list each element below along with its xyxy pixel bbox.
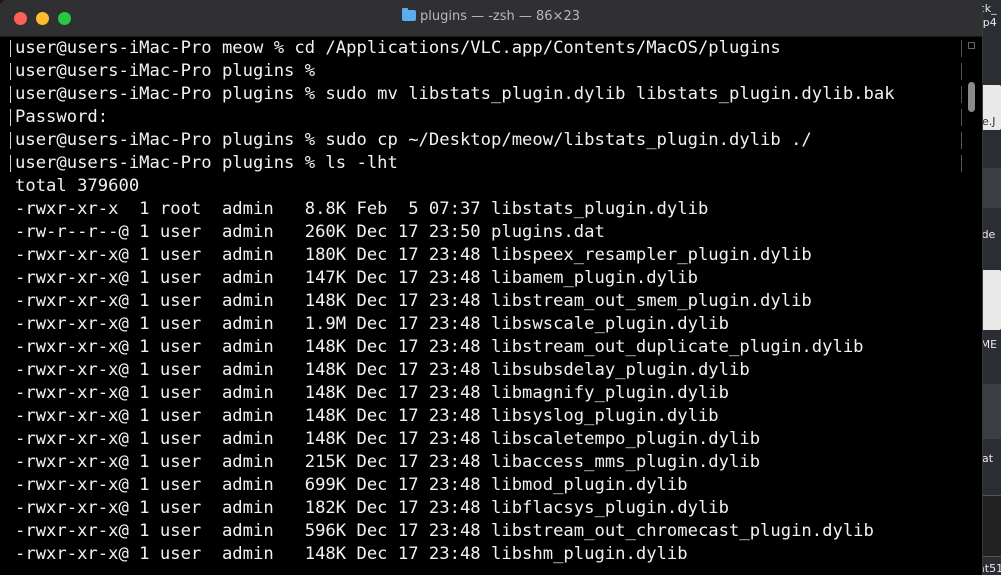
terminal-line: -rwxr-xr-x@ 1 user admin 148K Dec 17 23:…	[15, 383, 729, 403]
terminal-line: -rwxr-xr-x@ 1 user admin 1.9M Dec 17 23:…	[15, 314, 729, 334]
terminal-line: Password:	[10, 106, 982, 129]
terminal-line: user@users-iMac-Pro plugins % sudo mv li…	[10, 83, 982, 106]
terminal-line: -rwxr-xr-x@ 1 user admin 148K Dec 17 23:…	[15, 291, 812, 311]
terminal-line: -rwxr-xr-x@ 1 user admin 182K Dec 17 23:…	[15, 498, 729, 518]
terminal-line: -rwxr-xr-x@ 1 user admin 215K Dec 17 23:…	[15, 452, 761, 472]
terminal-line: user@users-iMac-Pro plugins % sudo cp ~/…	[10, 129, 982, 152]
terminal-line: -rwxr-xr-x@ 1 user admin 148K Dec 17 23:…	[15, 544, 688, 564]
terminal-line: user@users-iMac-Pro plugins %	[10, 60, 982, 83]
window-title-container: plugins — -zsh — 86×23	[0, 8, 982, 24]
terminal-line: -rwxr-xr-x@ 1 user admin 148K Dec 17 23:…	[15, 429, 761, 449]
scrollbar-thumb[interactable]	[968, 82, 975, 112]
terminal-line: -rwxr-xr-x@ 1 user admin 148K Dec 17 23:…	[15, 360, 750, 380]
scroll-marker	[968, 42, 975, 49]
terminal-line: -rw-r--r--@ 1 user admin 260K Dec 17 23:…	[15, 222, 605, 242]
terminal-line: user@users-iMac-Pro plugins % ls -lht	[10, 152, 982, 175]
terminal-line: -rwxr-xr-x@ 1 user admin 148K Dec 17 23:…	[15, 337, 864, 357]
folder-icon	[401, 8, 416, 21]
window-title: plugins — -zsh — 86×23	[419, 9, 580, 24]
terminal-output[interactable]: user@users-iMac-Pro meow % cd /Applicati…	[0, 37, 982, 575]
terminal-line: -rwxr-xr-x@ 1 user admin 699K Dec 17 23:…	[15, 475, 688, 495]
terminal-line: total 379600	[15, 176, 140, 196]
terminal-line: -rwxr-xr-x@ 1 user admin 180K Dec 17 23:…	[15, 245, 812, 265]
terminal-window[interactable]: plugins — -zsh — 86×23 user@users-iMac-P…	[0, 0, 982, 575]
terminal-line: -rwxr-xr-x@ 1 user admin 148K Dec 17 23:…	[15, 406, 719, 426]
terminal-line: user@users-iMac-Pro meow % cd /Applicati…	[10, 37, 982, 60]
terminal-line: -rwxr-xr-x@ 1 user admin 596K Dec 17 23:…	[15, 521, 874, 541]
terminal-line: -rwxr-xr-x@ 1 user admin 147K Dec 17 23:…	[15, 268, 698, 288]
terminal-line: -rwxr-xr-x 1 root admin 8.8K Feb 5 07:37…	[15, 199, 709, 219]
title-bar[interactable]: plugins — -zsh — 86×23	[0, 0, 982, 37]
